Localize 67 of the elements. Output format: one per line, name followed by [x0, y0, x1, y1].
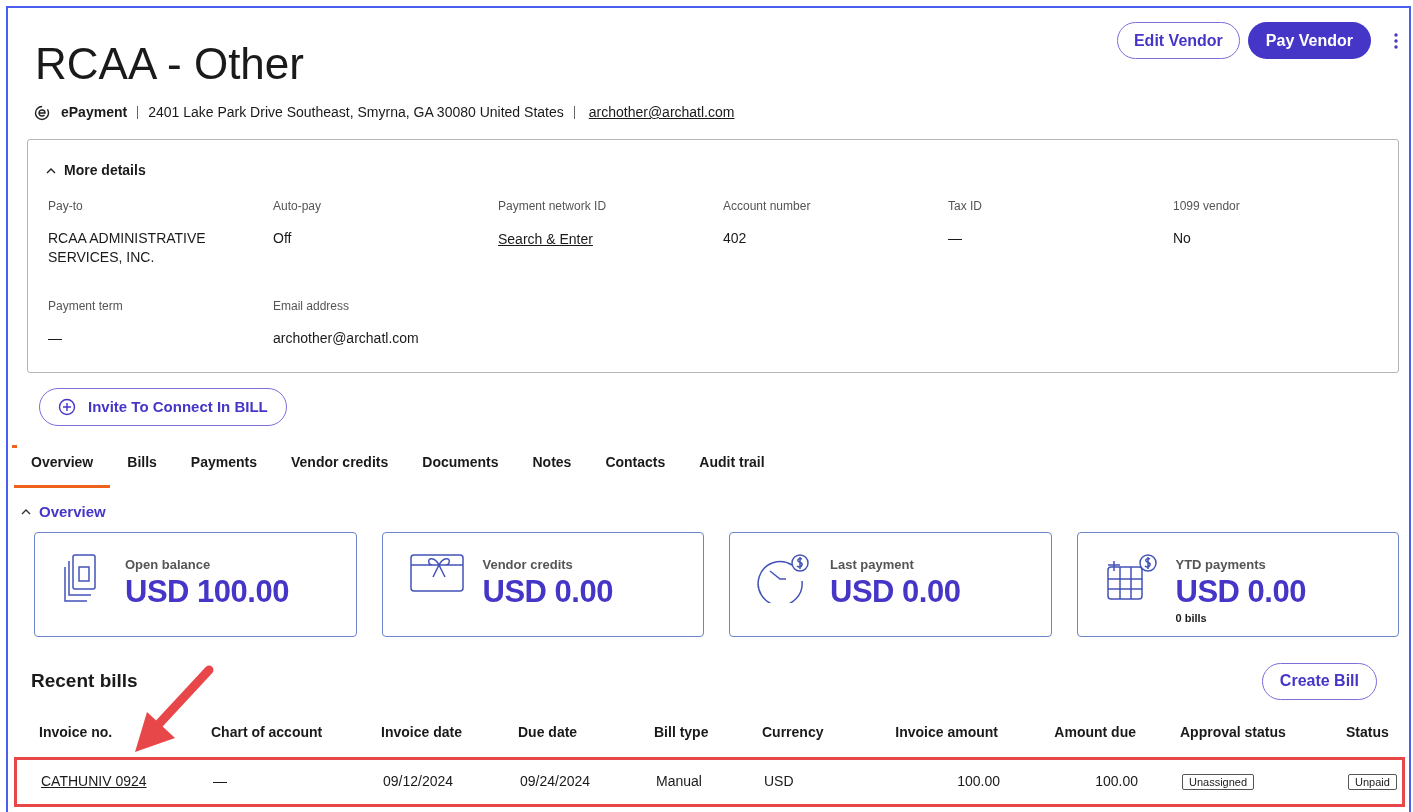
card-amount: USD 0.00 [830, 574, 961, 610]
column-header: Invoice no. [39, 722, 114, 742]
field-label: Email address [273, 298, 351, 315]
field-label: 1099 vendor [1173, 198, 1241, 215]
field-value: RCAA ADMINISTRATIVE SERVICES, INC. [48, 229, 207, 267]
tab[interactable]: Notes [515, 442, 589, 488]
card-amount: USD 0.00 [482, 574, 613, 610]
invoice-link[interactable]: CATHUNIV 0924 [41, 773, 147, 789]
field-label: Pay-to [48, 198, 84, 215]
recent-bills-title: Recent bills [31, 668, 138, 693]
field-value: — [48, 329, 63, 348]
more-options-icon[interactable] [1393, 31, 1399, 50]
tab[interactable]: Payments [173, 442, 274, 488]
gift-card-icon [408, 552, 465, 593]
status-badge: Unassigned [1182, 774, 1255, 790]
chevron-icon [21, 509, 31, 516]
field-label: Account number [723, 198, 812, 215]
table-cell-text: — [213, 772, 228, 791]
field-label: Tax ID [948, 198, 983, 215]
field-label: Payment term [48, 298, 124, 315]
more-details-toggle[interactable]: More details [46, 160, 146, 181]
card-label: Last payment [830, 555, 915, 574]
column-header: Due date [518, 722, 579, 742]
column-header: Amount due [1053, 722, 1136, 742]
column-header: Bill type [654, 722, 710, 742]
column-header: Invoice amount [894, 722, 998, 742]
plus-circle-icon [58, 398, 76, 416]
table-cell-text: USD [764, 772, 795, 791]
card-label: Open balance [125, 555, 212, 574]
table-cell-text: 09/12/2024 [383, 772, 455, 791]
column-header: Chart of account [211, 722, 324, 742]
column-header: Currency [762, 722, 825, 742]
field-value: Off [273, 229, 293, 248]
card-label: Vendor credits [482, 555, 574, 574]
card-label: YTD payments [1175, 555, 1267, 574]
field-value: 402 [723, 229, 748, 248]
column-header: Approval status [1179, 722, 1286, 742]
tab[interactable]: Contacts [588, 442, 683, 488]
vendor-email-link[interactable]: archother@archatl.com [588, 102, 735, 123]
card-amount: USD 100.00 [125, 574, 289, 610]
table-cell-text: 100.00 [956, 772, 1000, 791]
table-cell-text: Manual [656, 772, 703, 791]
field-label: Payment network ID [498, 198, 608, 215]
field-value: archother@archatl.com [273, 329, 420, 348]
tab[interactable]: Bills [110, 442, 174, 488]
clock-dollar-icon [756, 552, 812, 603]
pay-vendor-button[interactable]: Pay Vendor [1247, 22, 1371, 59]
overview-toggle[interactable]: Overview [21, 501, 106, 524]
card-note: 0 bills [1175, 611, 1208, 626]
tab[interactable]: Audit trail [682, 442, 782, 488]
search-enter-link[interactable]: Search & Enter [498, 229, 593, 250]
tab[interactable]: Vendor credits [274, 442, 406, 488]
tab[interactable]: Overview [14, 442, 111, 488]
field-label: Auto-pay [273, 198, 323, 215]
chevron-icon [46, 167, 56, 174]
field-value: — [948, 229, 963, 248]
column-header: Invoice date [381, 722, 463, 742]
table-cell-text: 100.00 [1094, 772, 1138, 791]
card-amount: USD 0.00 [1175, 574, 1306, 610]
table-cell-text: 09/24/2024 [520, 772, 592, 791]
payment-method: ePayment [61, 103, 128, 122]
vendor-title: RCAA - Other [35, 42, 305, 86]
field-value: No [1173, 229, 1192, 248]
tab[interactable]: Documents [405, 442, 516, 488]
epayment-icon [33, 103, 51, 122]
status-badge: Unpaid [1348, 774, 1397, 790]
vendor-address: 2401 Lake Park Drive Southeast, Smyrna, GA 30080 United States [148, 103, 564, 122]
